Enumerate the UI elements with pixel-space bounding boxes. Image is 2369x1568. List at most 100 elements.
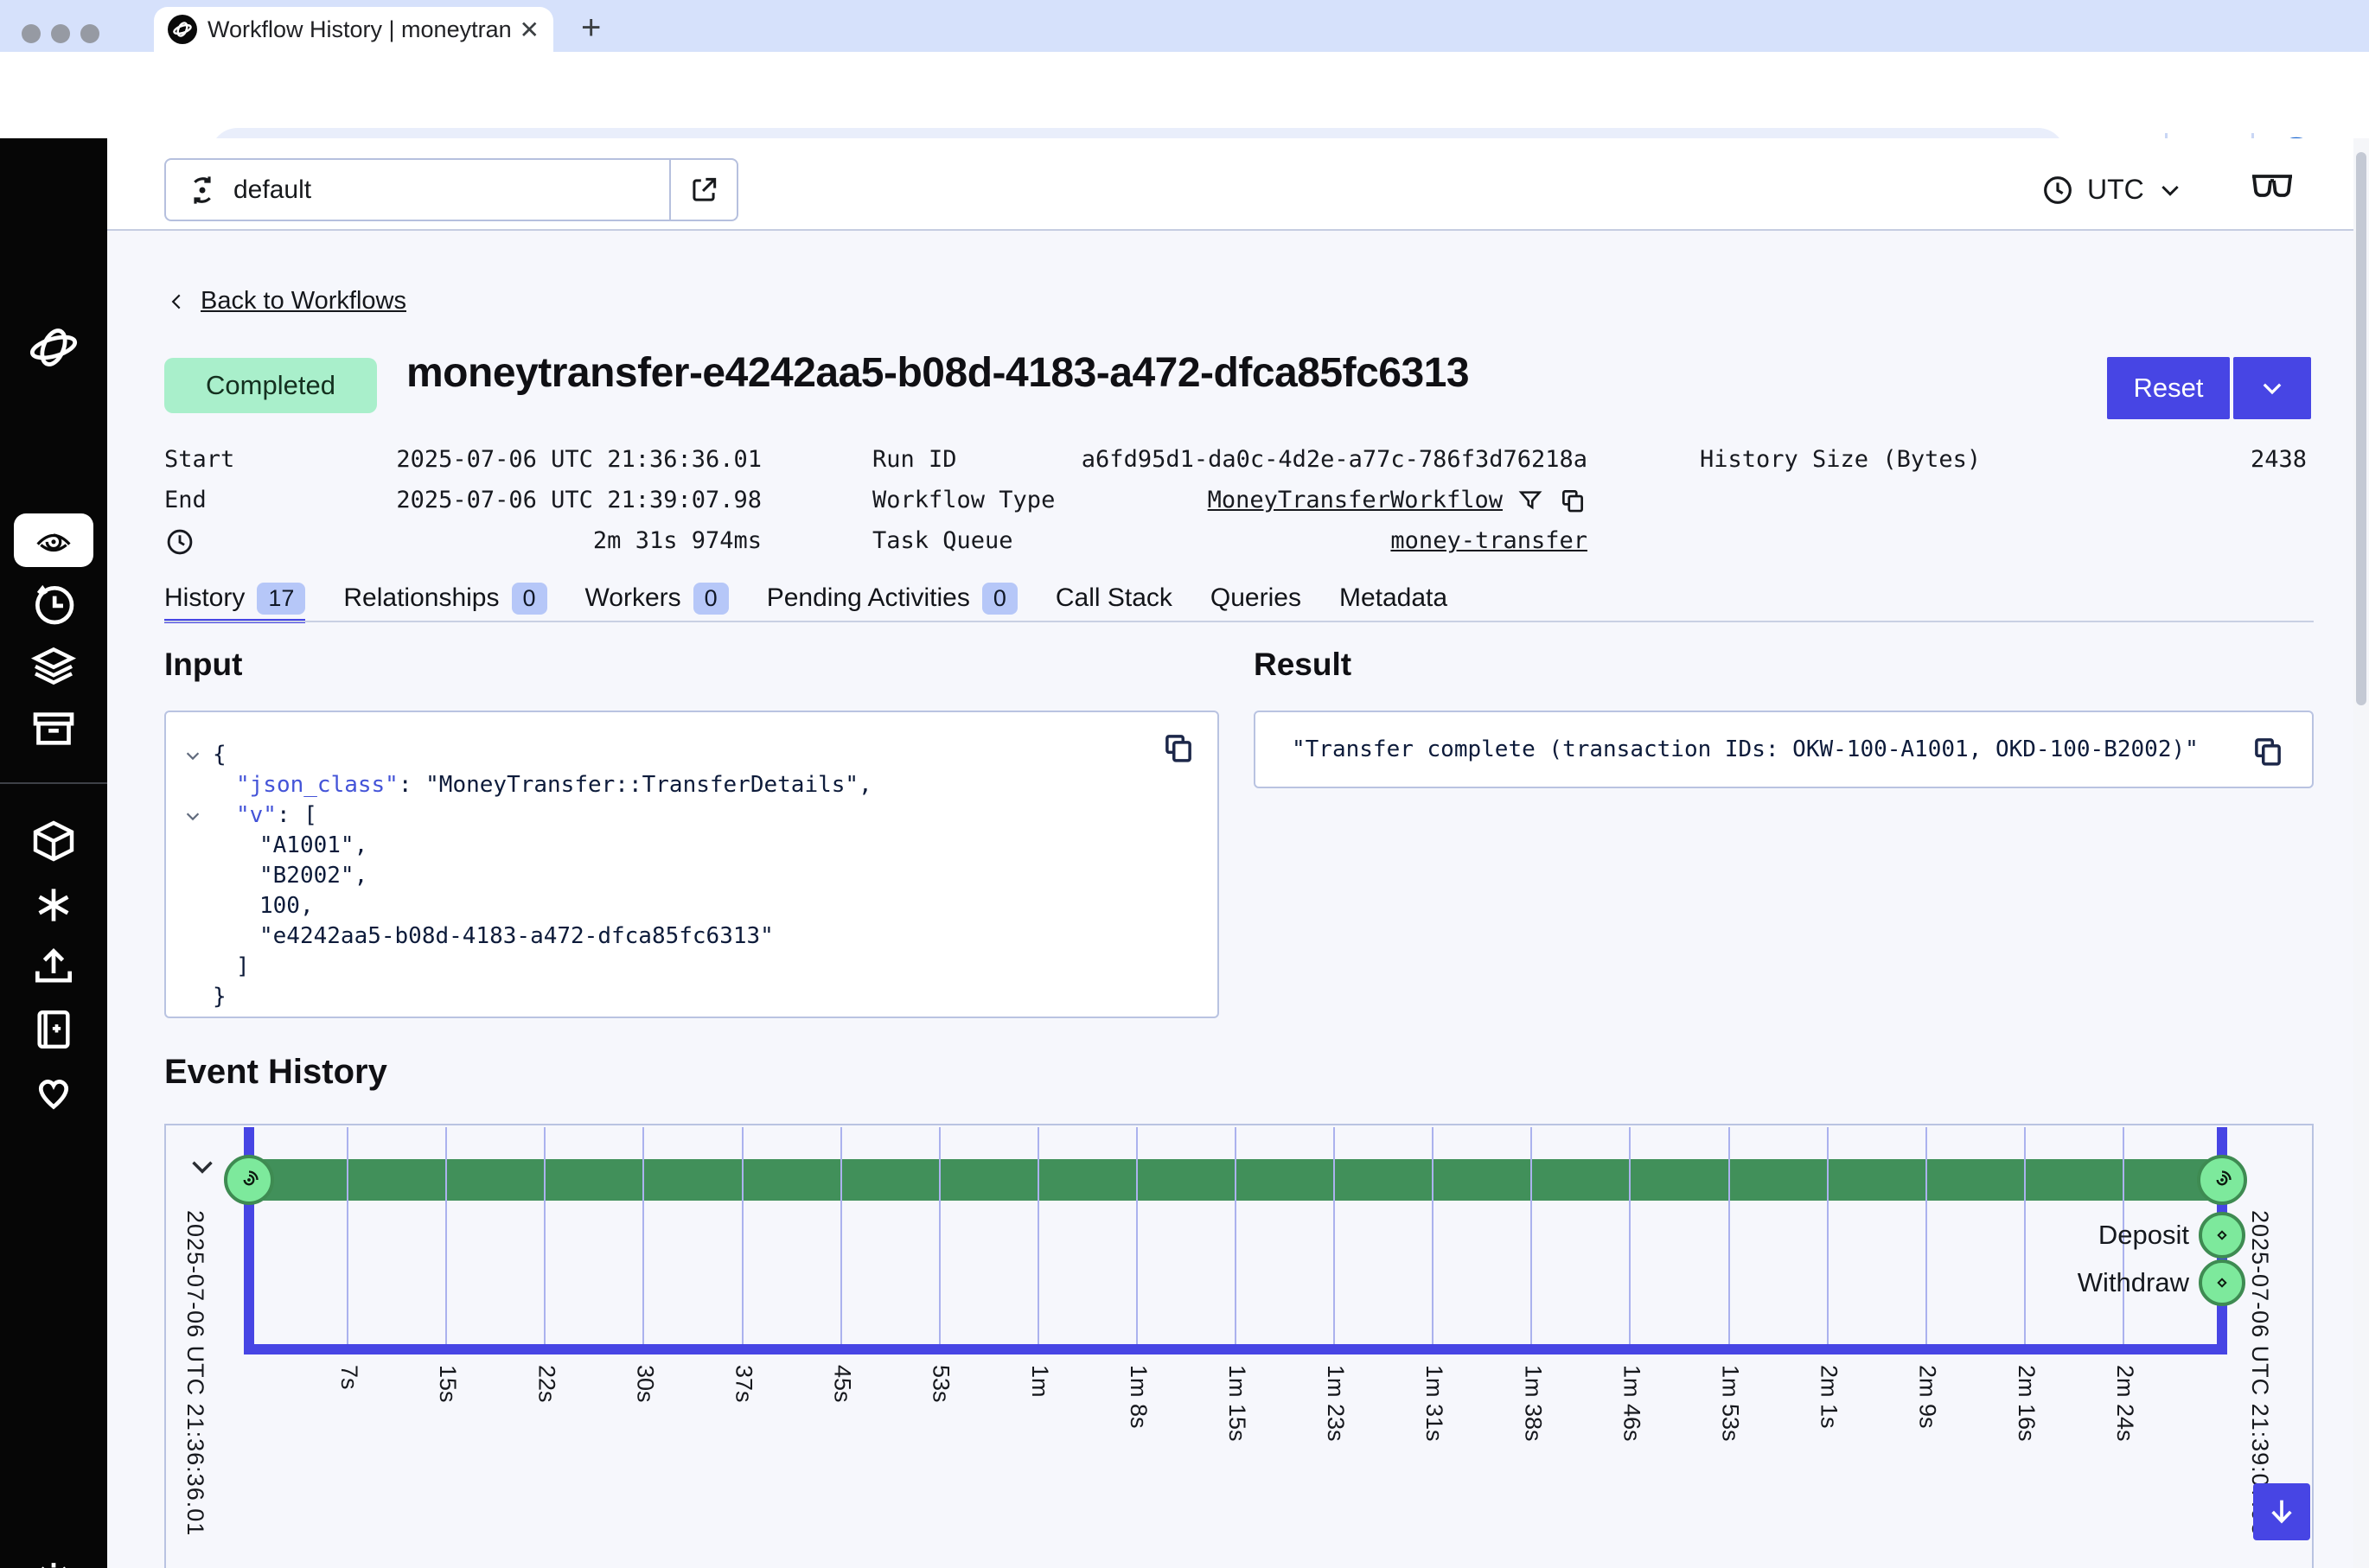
sidebar-item-batch-operations[interactable] <box>29 641 78 690</box>
time-tick-label: 7s <box>335 1365 362 1390</box>
sidebar-item-labs[interactable] <box>29 881 78 929</box>
tab-history[interactable]: History17 <box>164 579 305 623</box>
task-queue-link[interactable]: money-transfer <box>1390 527 1587 554</box>
time-tick-label: 2m 1s <box>1816 1365 1842 1429</box>
sidebar-item-docs[interactable] <box>29 1005 78 1054</box>
task-queue-value: money-transfer <box>1038 524 1587 558</box>
gridline <box>1235 1127 1236 1344</box>
window-zoom-button[interactable] <box>80 24 99 43</box>
copy-icon[interactable] <box>2250 733 2286 769</box>
run-id-label: Run ID <box>872 443 957 477</box>
workflow-spiral-icon <box>236 1167 262 1193</box>
tab-workers[interactable]: Workers0 <box>585 579 729 619</box>
window-minimize-button[interactable] <box>51 24 70 43</box>
tab-label: Queries <box>1210 583 1301 613</box>
time-tick-label: 1m 38s <box>1519 1365 1546 1442</box>
sidebar-item-workflows[interactable] <box>14 513 93 567</box>
tab-label: Metadata <box>1339 583 1447 613</box>
tab-count-badge: 0 <box>982 583 1018 615</box>
gridline <box>642 1127 644 1344</box>
json-line: "A1001", <box>166 831 1217 861</box>
json-line: ] <box>166 952 1217 982</box>
back-to-workflows-link[interactable]: Back to Workflows <box>166 287 406 316</box>
time-tick-label: 37s <box>731 1365 757 1403</box>
browser-tab[interactable]: Workflow History | moneytran ✕ <box>154 7 553 52</box>
clock-icon <box>2040 173 2075 207</box>
browser-window: Workflow History | moneytran ✕ + localho… <box>0 0 2369 1568</box>
time-tick-label: 1m 23s <box>1322 1365 1349 1442</box>
activity-row-label: Deposit <box>1964 1212 2189 1259</box>
gridline <box>1827 1127 1829 1344</box>
activity-row-label: Withdraw <box>1964 1259 2189 1306</box>
json-line: 100, <box>166 891 1217 921</box>
time-tick-label: 1m 53s <box>1717 1365 1744 1442</box>
time-tick-label: 1m 46s <box>1618 1365 1644 1442</box>
workflow-type-label: Workflow Type <box>872 483 1055 518</box>
event-history-title: Event History <box>164 1053 387 1092</box>
sidebar-item-import[interactable] <box>29 943 78 991</box>
sidebar-item-nexus[interactable] <box>29 817 78 865</box>
workflow-type-link[interactable]: MoneyTransferWorkflow <box>1208 483 1503 518</box>
sidebar-item-feedback[interactable] <box>29 1068 78 1116</box>
theme-toggle-sun-icon[interactable] <box>29 1556 78 1568</box>
tab-relationships[interactable]: Relationships0 <box>343 579 546 619</box>
temporal-logo-icon[interactable] <box>26 322 81 373</box>
tab-pending-activities[interactable]: Pending Activities0 <box>767 579 1018 619</box>
history-size-value: 2438 <box>2006 443 2307 477</box>
scroll-to-bottom-button[interactable] <box>2253 1483 2310 1540</box>
workflow-end-event-marker[interactable] <box>2197 1155 2247 1205</box>
tab-call-stack[interactable]: Call Stack <box>1056 579 1172 619</box>
gridline <box>1530 1127 1532 1344</box>
workflow-start-event-marker[interactable] <box>224 1155 274 1205</box>
tab-close-icon[interactable]: ✕ <box>520 16 540 44</box>
chevron-down-icon <box>2257 373 2287 403</box>
tabs-divider <box>164 621 2314 622</box>
json-line: } <box>166 982 1217 1012</box>
activity-event-marker-deposit[interactable] <box>2199 1212 2245 1259</box>
sidebar-item-schedules[interactable] <box>29 580 78 628</box>
new-tab-button[interactable]: + <box>581 9 601 47</box>
browser-toolbar: localhost:8080/namespaces/default/workfl… <box>0 52 2369 138</box>
namespace-external-link-icon[interactable] <box>669 160 737 220</box>
timeline-collapse-chevron-icon[interactable] <box>187 1151 218 1182</box>
time-tick-label: 53s <box>928 1365 955 1403</box>
chevron-down-icon <box>2156 176 2184 204</box>
time-tick-label: 2m 9s <box>1914 1365 1941 1429</box>
app-sidebar: 2.34.0 <box>0 138 107 1568</box>
page-scrollbar-thumb[interactable] <box>2356 152 2366 705</box>
time-tick-label: 15s <box>434 1365 461 1403</box>
reset-button[interactable]: Reset <box>2107 357 2230 419</box>
timeline-start-timestamp: 2025-07-06 UTC 21:36:36.01 <box>182 1210 208 1536</box>
browser-tab-strip: Workflow History | moneytran ✕ + <box>0 0 2369 52</box>
tab-queries[interactable]: Queries <box>1210 579 1301 619</box>
result-block: "Transfer complete (transaction IDs: OKW… <box>1254 711 2314 788</box>
tab-label: Relationships <box>343 583 499 613</box>
activity-event-marker-withdraw[interactable] <box>2199 1259 2245 1306</box>
reset-dropdown-button[interactable] <box>2233 357 2311 419</box>
window-close-button[interactable] <box>22 24 41 43</box>
duration-value: 2m 31s 974ms <box>277 524 762 558</box>
detail-tabs: History17Relationships0Workers0Pending A… <box>164 579 2314 621</box>
filter-funnel-icon[interactable] <box>1517 487 1544 514</box>
namespace-selector[interactable]: default <box>164 158 738 221</box>
copy-icon[interactable] <box>1558 486 1587 515</box>
collapse-chevron-icon[interactable] <box>183 806 202 825</box>
sidebar-divider <box>0 782 107 784</box>
timezone-selector[interactable]: UTC <box>2040 158 2184 221</box>
gridline <box>742 1127 744 1344</box>
timeline-bottom-axis <box>244 1344 2227 1354</box>
time-tick-label: 22s <box>533 1365 559 1403</box>
task-queue-label: Task Queue <box>872 524 1013 558</box>
collapse-chevron-icon[interactable] <box>183 746 202 765</box>
labs-glasses-icon[interactable] <box>2248 169 2296 207</box>
workflow-spiral-icon <box>2209 1167 2235 1193</box>
workflow-type-group: MoneyTransferWorkflow <box>1038 483 1587 518</box>
gridline <box>1432 1127 1434 1344</box>
tab-label: History <box>164 583 245 613</box>
back-link-label: Back to Workflows <box>201 287 406 316</box>
tab-metadata[interactable]: Metadata <box>1339 579 1447 619</box>
sidebar-item-archive[interactable] <box>29 704 78 753</box>
copy-icon[interactable] <box>1160 730 1197 766</box>
arrow-down-icon <box>2264 1495 2299 1529</box>
timeline-panel: 2025-07-06 UTC 21:36:36.01 2025-07-06 UT… <box>164 1124 2314 1568</box>
